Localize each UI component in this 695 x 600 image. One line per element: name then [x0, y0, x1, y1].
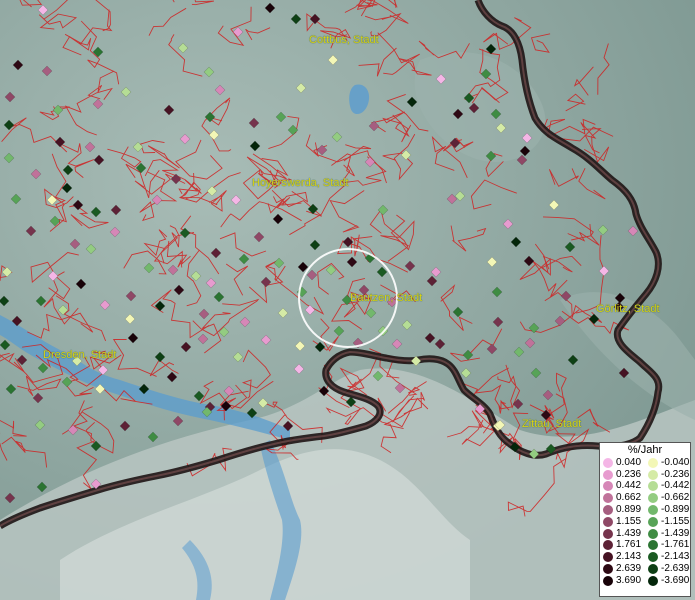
legend-value: -3.690: [661, 574, 690, 586]
legend-negative-row: -1.155: [645, 516, 690, 528]
legend-negative-row: -2.639: [645, 563, 690, 575]
legend-swatch-icon: [603, 481, 613, 492]
legend-value: -0.899: [661, 504, 690, 516]
city-label-dresden[interactable]: Dresden, Stadt: [43, 349, 116, 361]
legend-negative-row: -0.236: [645, 469, 690, 481]
legend-positive-row: 0.662: [600, 492, 645, 504]
legend-swatch-icon: [603, 469, 613, 480]
legend-swatch-icon: [648, 516, 658, 527]
legend-swatch-icon: [603, 575, 613, 586]
city-label-zittau[interactable]: Zittau, Stadt: [522, 418, 581, 430]
legend-swatch-icon: [603, 552, 613, 563]
legend-title: %/Jahr: [627, 444, 663, 456]
legend-negative-row: -3.690: [645, 575, 690, 587]
legend-positive-row: 0.899: [600, 504, 645, 516]
legend-negative-row: -0.662: [645, 492, 690, 504]
city-label-hoyerswerda[interactable]: Hoyerswerda, Stadt: [252, 177, 349, 189]
legend-swatch-icon: [603, 493, 613, 504]
map-view[interactable]: Cottbus, Stadt Hoyerswerda, Stadt Bautze…: [0, 0, 695, 600]
legend-swatch-icon: [648, 493, 658, 504]
legend-swatch-icon: [648, 505, 658, 516]
legend-value: -1.155: [661, 515, 690, 527]
legend-value: -0.040: [661, 456, 690, 468]
city-label-cottbus[interactable]: Cottbus, Stadt: [309, 34, 379, 46]
legend-positive-row: 1.439: [600, 528, 645, 540]
legend-swatch-icon: [603, 516, 613, 527]
legend-value: 0.899: [616, 504, 642, 516]
legend-value: 3.690: [616, 574, 642, 586]
legend-value: -1.439: [661, 527, 690, 539]
legend-swatch-icon: [648, 575, 658, 586]
legend-negative-row: -0.442: [645, 481, 690, 493]
legend-value: -0.442: [661, 480, 690, 492]
legend-value: 2.639: [616, 563, 642, 575]
legend-swatch-icon: [648, 457, 658, 468]
legend-positive-row: 1.761: [600, 540, 645, 552]
legend-swatch-icon: [648, 564, 658, 575]
legend-value: 1.439: [616, 527, 642, 539]
legend-swatch-icon: [603, 564, 613, 575]
legend-negative-row: -2.143: [645, 551, 690, 563]
legend-swatch-icon: [648, 540, 658, 551]
legend-swatch-icon: [648, 528, 658, 539]
legend-value: 0.236: [616, 468, 642, 480]
legend-positive-column: 0.040 0.236 0.442 0.662 0.899 1.155 1.439 1.761…: [600, 457, 645, 587]
legend-swatch-icon: [648, 481, 658, 492]
legend-value: -0.662: [661, 492, 690, 504]
legend-positive-row: 2.639: [600, 563, 645, 575]
legend-positive-row: 0.442: [600, 481, 645, 493]
legend-value: 0.040: [616, 456, 642, 468]
legend-swatch-icon: [603, 457, 613, 468]
legend-positive-row: 0.236: [600, 469, 645, 481]
legend-swatch-icon: [648, 469, 658, 480]
legend-negative-row: -1.761: [645, 540, 690, 552]
legend-value: 0.442: [616, 480, 642, 492]
legend-negative-row: -1.439: [645, 528, 690, 540]
legend-value: 1.761: [616, 539, 642, 551]
city-label-goerlitz[interactable]: Görlitz, Stadt: [596, 303, 660, 315]
legend-swatch-icon: [603, 540, 613, 551]
legend-swatch-icon: [603, 528, 613, 539]
legend-positive-row: 2.143: [600, 551, 645, 563]
legend-value: -1.761: [661, 539, 690, 551]
legend-negative-row: -0.040: [645, 457, 690, 469]
legend-positive-row: 0.040: [600, 457, 645, 469]
legend-positive-row: 3.690: [600, 575, 645, 587]
legend-value: 2.143: [616, 551, 642, 563]
legend-value: 0.662: [616, 492, 642, 504]
legend-value: -2.639: [661, 563, 690, 575]
legend-positive-row: 1.155: [600, 516, 645, 528]
legend-value: 1.155: [616, 515, 642, 527]
selection-overlay: [298, 248, 398, 348]
legend-negative-column: -0.040 -0.236 -0.442 -0.662 -0.899 -1.155 -1.4…: [645, 457, 690, 587]
legend-swatch-icon: [648, 552, 658, 563]
legend-negative-row: -0.899: [645, 504, 690, 516]
legend-value: -2.143: [661, 551, 690, 563]
legend-value: -0.236: [661, 468, 690, 480]
legend-swatch-icon: [603, 505, 613, 516]
map-legend: %/Jahr 0.040 0.236 0.442 0.662 0.899 1.155 1.4…: [599, 442, 691, 597]
city-label-bautzen[interactable]: Bautzen, Stadt: [350, 292, 422, 304]
